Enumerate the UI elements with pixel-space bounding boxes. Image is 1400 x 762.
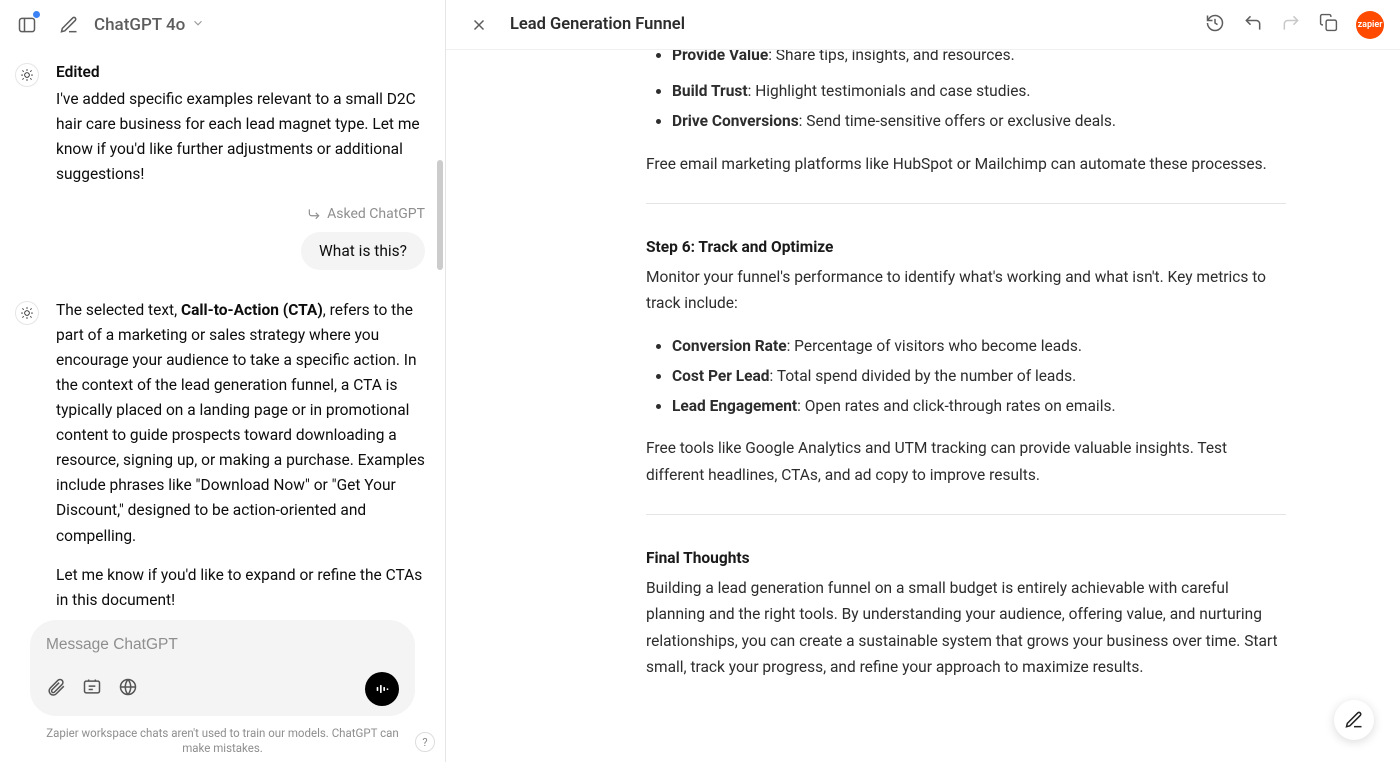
assistant-text: Let me know if you'd like to expand or r… bbox=[56, 563, 425, 613]
doc-heading: Step 6: Track and Optimize bbox=[646, 238, 1286, 256]
doc-list: Conversion Rate: Percentage of visitors … bbox=[646, 331, 1286, 422]
list-item: Drive Conversions: Send time-sensitive o… bbox=[672, 106, 1286, 136]
message-input[interactable] bbox=[46, 636, 399, 654]
assistant-message: The selected text, Call-to-Action (CTA),… bbox=[20, 298, 425, 621]
assistant-avatar-icon bbox=[15, 63, 39, 87]
doc-paragraph: Monitor your funnel's performance to ide… bbox=[646, 264, 1286, 317]
model-selector[interactable]: ChatGPT 4o bbox=[94, 15, 205, 35]
user-message: What is this? bbox=[301, 232, 425, 270]
attach-icon[interactable] bbox=[46, 677, 66, 701]
history-icon[interactable] bbox=[1205, 13, 1225, 37]
edited-label: Edited bbox=[56, 60, 425, 85]
list-item: Cost Per Lead: Total spend divided by th… bbox=[672, 361, 1286, 391]
scrollbar[interactable] bbox=[437, 55, 443, 620]
composer bbox=[0, 620, 445, 722]
edit-fab[interactable] bbox=[1334, 700, 1374, 740]
chat-header: ChatGPT 4o bbox=[0, 0, 445, 50]
close-icon[interactable] bbox=[462, 8, 496, 42]
tools-icon[interactable] bbox=[82, 677, 102, 701]
list-item: Provide Value: Share tips, insights, and… bbox=[672, 50, 1286, 70]
chevron-down-icon bbox=[191, 15, 205, 35]
assistant-text: I've added specific examples relevant to… bbox=[56, 87, 425, 187]
model-label: ChatGPT 4o bbox=[94, 15, 185, 35]
doc-heading: Final Thoughts bbox=[646, 549, 1286, 567]
list-item: Conversion Rate: Percentage of visitors … bbox=[672, 331, 1286, 361]
divider bbox=[646, 203, 1286, 204]
document-body[interactable]: Provide Value: Share tips, insights, and… bbox=[446, 50, 1400, 762]
brand-badge[interactable]: zapier bbox=[1356, 11, 1384, 39]
doc-paragraph: Building a lead generation funnel on a s… bbox=[646, 575, 1286, 680]
chat-panel: ChatGPT 4o Edited I've added specific ex… bbox=[0, 0, 446, 762]
help-button[interactable]: ? bbox=[415, 732, 435, 752]
copy-icon[interactable] bbox=[1319, 13, 1338, 36]
doc-list: Build Trust: Highlight testimonials and … bbox=[646, 76, 1286, 136]
voice-button[interactable] bbox=[365, 672, 399, 706]
list-item: Build Trust: Highlight testimonials and … bbox=[672, 76, 1286, 106]
doc-paragraph: Free tools like Google Analytics and UTM… bbox=[646, 435, 1286, 488]
disclaimer: Zapier workspace chats aren't used to tr… bbox=[0, 722, 445, 762]
document-panel: Lead Generation Funnel zapier bbox=[446, 0, 1400, 762]
divider bbox=[646, 514, 1286, 515]
undo-icon[interactable] bbox=[1243, 13, 1263, 37]
document-header: Lead Generation Funnel zapier bbox=[446, 0, 1400, 50]
doc-list: Provide Value: Share tips, insights, and… bbox=[646, 50, 1286, 70]
document-title: Lead Generation Funnel bbox=[510, 15, 685, 34]
sidebar-toggle-icon[interactable] bbox=[10, 8, 44, 42]
doc-paragraph: Free email marketing platforms like HubS… bbox=[646, 151, 1286, 177]
redo-icon[interactable] bbox=[1281, 13, 1301, 37]
asked-chatgpt-label: Asked ChatGPT bbox=[20, 206, 425, 222]
conversation: Edited I've added specific examples rele… bbox=[0, 50, 445, 620]
assistant-avatar-icon bbox=[15, 301, 39, 325]
list-item: Lead Engagement: Open rates and click-th… bbox=[672, 391, 1286, 421]
globe-icon[interactable] bbox=[118, 677, 138, 701]
new-chat-icon[interactable] bbox=[52, 8, 86, 42]
reply-arrow-icon bbox=[307, 207, 321, 221]
assistant-message: Edited I've added specific examples rele… bbox=[20, 60, 425, 188]
assistant-text: The selected text, Call-to-Action (CTA),… bbox=[56, 298, 425, 549]
